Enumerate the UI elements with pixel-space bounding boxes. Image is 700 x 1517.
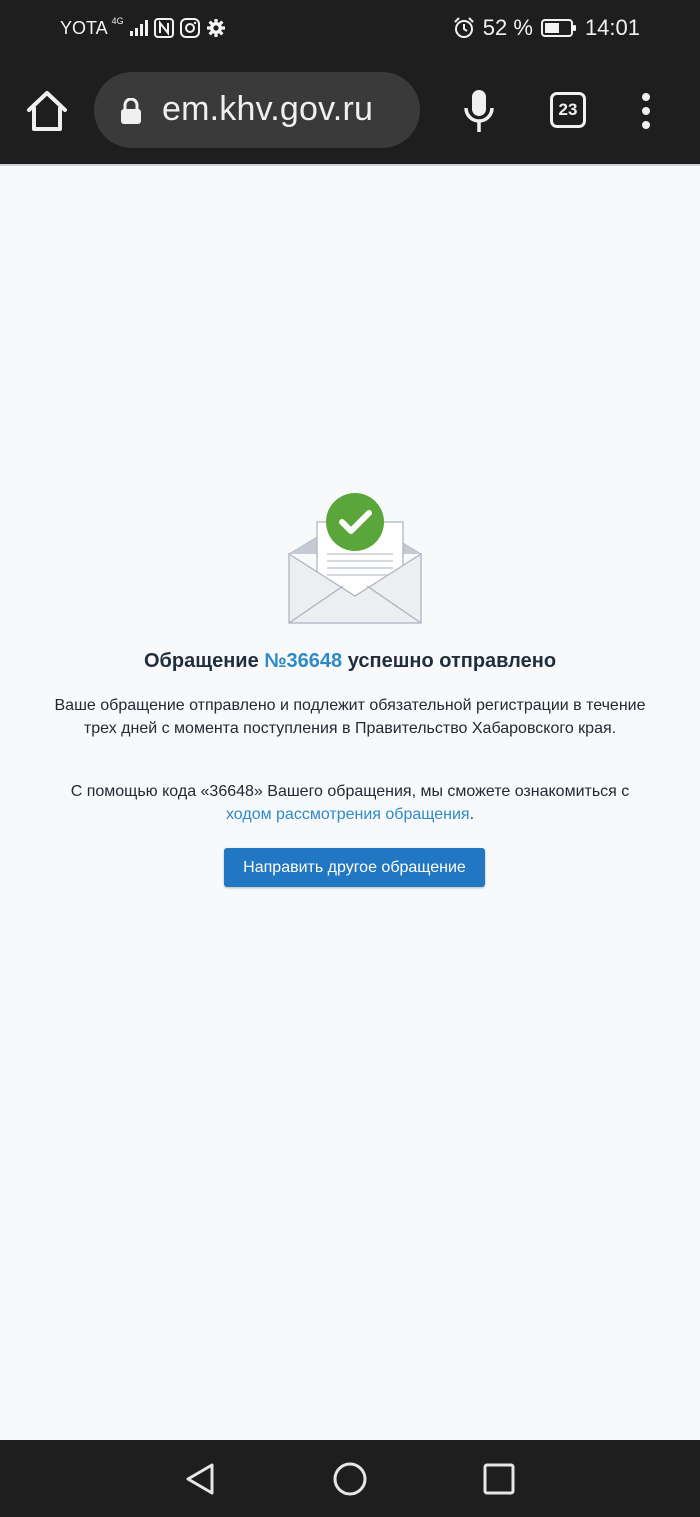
battery-icon (540, 19, 576, 37)
nfc-icon (153, 18, 174, 38)
settings-gear-icon (206, 19, 225, 37)
signal-icon (129, 20, 148, 36)
alarm-icon (454, 17, 474, 38)
system-nav-bar (0, 1440, 700, 1517)
network-type-label: 4G (111, 16, 124, 26)
page-content: Обращение №36648 успешно отправлено Ваше… (0, 166, 700, 1440)
tracking-notice-text: С помощью кода «36648» Вашего обращения,… (70, 783, 630, 800)
envelope-success-icon (288, 493, 422, 624)
browser-toolbar: em.khv.gov.ru 23 (0, 56, 700, 164)
page-title: Обращение №36648 успешно отправлено (0, 650, 700, 673)
tab-count: 23 (558, 100, 578, 119)
clock: 14:01 (584, 15, 640, 40)
status-left: YOTA 4G (60, 16, 226, 40)
instagram-icon (179, 18, 200, 38)
tracking-notice: С помощью кода «36648» Вашего обращения,… (50, 780, 650, 826)
recent-square-icon[interactable] (483, 1463, 515, 1495)
title-suffix: успешно отправлено (342, 650, 557, 672)
carrier-label: YOTA (60, 17, 108, 38)
send-another-appeal-button[interactable]: Направить другое обращение (224, 848, 485, 887)
back-triangle-icon[interactable] (184, 1462, 216, 1496)
tab-switcher-button[interactable]: 23 (550, 92, 586, 128)
title-prefix: Обращение (143, 650, 265, 672)
lock-icon (121, 98, 141, 124)
status-bar: YOTA 4G 52 % 14:01 (0, 0, 700, 56)
appeal-number: №36648 (264, 650, 343, 672)
battery-percent: 52 % (482, 15, 533, 40)
status-right: 52 % 14:01 (453, 14, 640, 42)
registration-notice: Ваше обращение отправлено и подлежит обя… (54, 697, 646, 737)
home-icon[interactable] (24, 88, 70, 134)
url-text: em.khv.gov.ru (162, 90, 374, 128)
home-circle-icon[interactable] (333, 1462, 367, 1496)
tracking-notice-end: . (469, 806, 475, 823)
more-vert-icon[interactable] (636, 92, 656, 130)
mic-icon[interactable] (462, 88, 496, 134)
appeal-status-link[interactable]: ходом рассмотрения обращения (226, 806, 470, 823)
url-bar[interactable]: em.khv.gov.ru (94, 72, 420, 148)
